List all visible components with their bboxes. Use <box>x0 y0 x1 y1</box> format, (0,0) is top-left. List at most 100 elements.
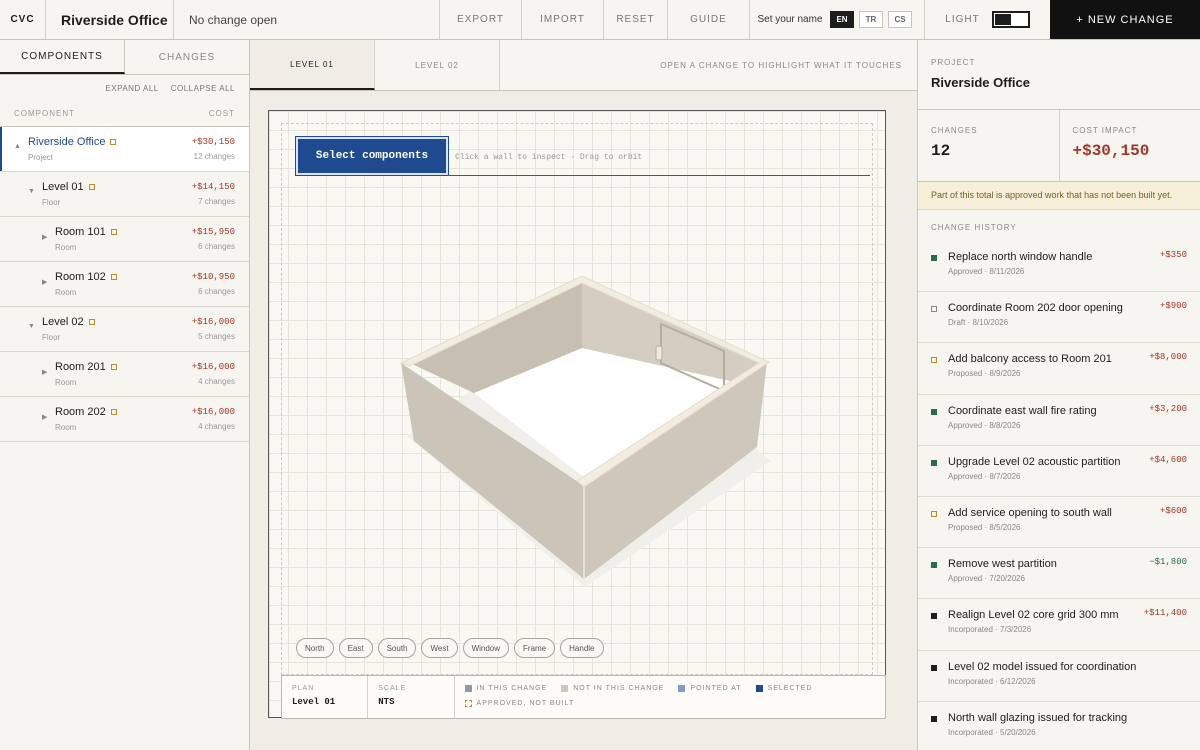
collapse-all-button[interactable]: COLLAPSE ALL <box>171 84 235 93</box>
collapse-caret-icon[interactable]: ▼ <box>28 188 35 195</box>
expand-caret-icon[interactable]: ▶ <box>42 368 47 376</box>
lang-cs-button[interactable]: CS <box>888 11 912 28</box>
proposed-status-icon <box>931 357 937 364</box>
chip-east[interactable]: East <box>338 638 373 658</box>
export-button[interactable]: EXPORT <box>440 0 522 39</box>
chip-handle[interactable]: Handle <box>560 638 604 658</box>
expand-caret-icon[interactable]: ▶ <box>42 233 47 241</box>
top-bar: CVC Riverside Office No change open EXPO… <box>0 0 1200 40</box>
tree-row-label: Room 101 <box>55 226 106 238</box>
history-meta: Incorporated · 5/20/2026 <box>948 727 1036 737</box>
chip-south[interactable]: South <box>377 638 417 658</box>
legend-in-change: IN THIS CHANGE <box>464 685 548 692</box>
approved-status-icon <box>931 562 937 569</box>
history-amount: +$3,200 <box>1149 403 1187 414</box>
plan-label: PLAN <box>292 685 315 692</box>
history-title: Add balcony access to Room 201 <box>948 353 1112 366</box>
history-title: Replace north window handle <box>948 251 1093 263</box>
history-meta: Draft · 8/10/2026 <box>948 318 1009 328</box>
changes-value: 12 <box>931 142 951 160</box>
handle[interactable] <box>655 345 663 361</box>
history-item[interactable]: Remove west partition Approved · 7/20/20… <box>918 548 1200 600</box>
tree-row-cost: +$16,000 <box>191 317 235 327</box>
project-title: Riverside Office <box>46 0 174 39</box>
theme-toggle[interactable] <box>991 11 1030 28</box>
history-meta: Incorporated · 6/12/2026 <box>948 676 1036 686</box>
tree-row-name: Room 101 <box>55 226 117 238</box>
import-button[interactable]: IMPORT <box>522 0 604 39</box>
tree-row-room-201[interactable]: ▶ Room 201 Room +$16,000 4 changes <box>0 352 249 397</box>
approved-status-icon <box>931 459 937 466</box>
tab-changes[interactable]: CHANGES <box>125 40 249 74</box>
tab-level-01[interactable]: LEVEL 01 <box>250 40 375 90</box>
incorporated-status-icon <box>931 715 937 722</box>
history-amount: +$600 <box>1159 505 1187 516</box>
approved-not-built-icon <box>110 229 117 235</box>
reset-button[interactable]: RESET <box>604 0 668 39</box>
history-meta: Approved · 7/20/2026 <box>948 574 1025 584</box>
lang-tr-button[interactable]: TR <box>859 11 883 28</box>
proposed-status-icon <box>931 510 937 517</box>
tree-row-riverside-office[interactable]: ▲ Riverside Office Project +$30,150 12 c… <box>0 127 249 172</box>
expand-caret-icon[interactable]: ▶ <box>42 413 47 421</box>
history-title: Coordinate east wall fire rating <box>948 404 1097 417</box>
history-meta: Proposed · 8/5/2026 <box>948 522 1021 532</box>
history-item[interactable]: Add balcony access to Room 201 Proposed … <box>918 343 1200 395</box>
chip-north[interactable]: North <box>296 638 334 658</box>
level-tabs: LEVEL 01 LEVEL 02 OPEN A CHANGE TO HIGHL… <box>250 40 917 91</box>
tree-row-room-101[interactable]: ▶ Room 101 Room +$15,950 6 changes <box>0 217 249 262</box>
expand-all-button[interactable]: EXPAND ALL <box>105 84 158 93</box>
language-switcher: EN TR CS <box>830 0 925 39</box>
tree-row-name: Room 102 <box>55 271 117 283</box>
history-item[interactable]: Level 02 model issued for coordination I… <box>918 651 1200 702</box>
lang-en-button[interactable]: EN <box>830 11 854 28</box>
tree-row-count: 6 changes <box>198 242 235 251</box>
scale-value: NTS <box>378 697 395 707</box>
project-label: PROJECT <box>931 58 976 67</box>
column-component: COMPONENT <box>14 109 75 118</box>
expand-caret-icon[interactable]: ▶ <box>42 278 47 286</box>
history-item[interactable]: Add service opening to south wall Propos… <box>918 497 1200 549</box>
history-item[interactable]: Replace north window handle Approved · 8… <box>918 241 1200 293</box>
history-item[interactable]: Coordinate Room 202 door opening Draft ·… <box>918 292 1200 344</box>
incorporated-status-icon <box>931 613 937 620</box>
tree-row-level-02[interactable]: ▼ Level 02 Floor +$16,000 5 changes <box>0 307 249 352</box>
component-panel: COMPONENTS CHANGES EXPAND ALL COLLAPSE A… <box>0 40 250 750</box>
project-summary-panel: PROJECT Riverside Office CHANGES 12 COST… <box>917 40 1200 750</box>
collapse-caret-icon[interactable]: ▼ <box>28 323 35 330</box>
legend-scale: SCALE NTS <box>368 676 455 718</box>
history-item[interactable]: North wall glazing issued for tracking I… <box>918 702 1200 750</box>
chip-frame[interactable]: Frame <box>514 638 556 658</box>
tree-row-level-01[interactable]: ▼ Level 01 Floor +$14,150 7 changes <box>0 172 249 217</box>
collapse-caret-icon[interactable]: ▲ <box>14 143 21 150</box>
tab-components[interactable]: COMPONENTS <box>0 40 125 74</box>
viewer-hint: OPEN A CHANGE TO HIGHLIGHT WHAT IT TOUCH… <box>660 60 902 70</box>
tree-row-type: Room <box>55 378 77 387</box>
approved-not-built-icon <box>110 409 117 415</box>
column-cost: COST <box>208 109 235 118</box>
tab-level-02[interactable]: LEVEL 02 <box>375 40 500 90</box>
legend-not-in-change: NOT IN THIS CHANGE <box>561 685 664 692</box>
tree-row-type: Room <box>55 288 77 297</box>
tree-row-label: Room 102 <box>55 271 106 283</box>
project-stats: CHANGES 12 COST IMPACT +$30,150 <box>918 110 1200 182</box>
set-name-button[interactable]: Set your name <box>750 0 830 39</box>
guide-button[interactable]: GUIDE <box>668 0 750 39</box>
history-item[interactable]: Realign Level 02 core grid 300 mm Incorp… <box>918 599 1200 651</box>
changes-label: CHANGES <box>931 126 978 135</box>
new-change-button[interactable]: + NEW CHANGE <box>1050 0 1200 39</box>
tree-row-name: Room 202 <box>55 406 117 418</box>
tree-row-room-202[interactable]: ▶ Room 202 Room +$16,000 4 changes <box>0 397 249 442</box>
history-title: Upgrade Level 02 acoustic partition <box>948 455 1121 468</box>
tree-row-name: Riverside Office <box>28 136 117 148</box>
approved-status-icon <box>931 255 937 261</box>
tree-row-room-102[interactable]: ▶ Room 102 Room +$10,950 6 changes <box>0 262 249 307</box>
tree-row-label: Room 202 <box>55 406 106 418</box>
chip-window[interactable]: Window <box>462 638 510 658</box>
chip-west[interactable]: West <box>421 638 458 658</box>
3d-viewport[interactable]: Select components Click a wall to inspec… <box>268 110 886 719</box>
change-status: No change open <box>174 0 440 39</box>
legend-key-label: POINTED AT <box>690 685 742 692</box>
history-item[interactable]: Upgrade Level 02 acoustic partition Appr… <box>918 446 1200 497</box>
history-item[interactable]: Coordinate east wall fire rating Approve… <box>918 395 1200 446</box>
